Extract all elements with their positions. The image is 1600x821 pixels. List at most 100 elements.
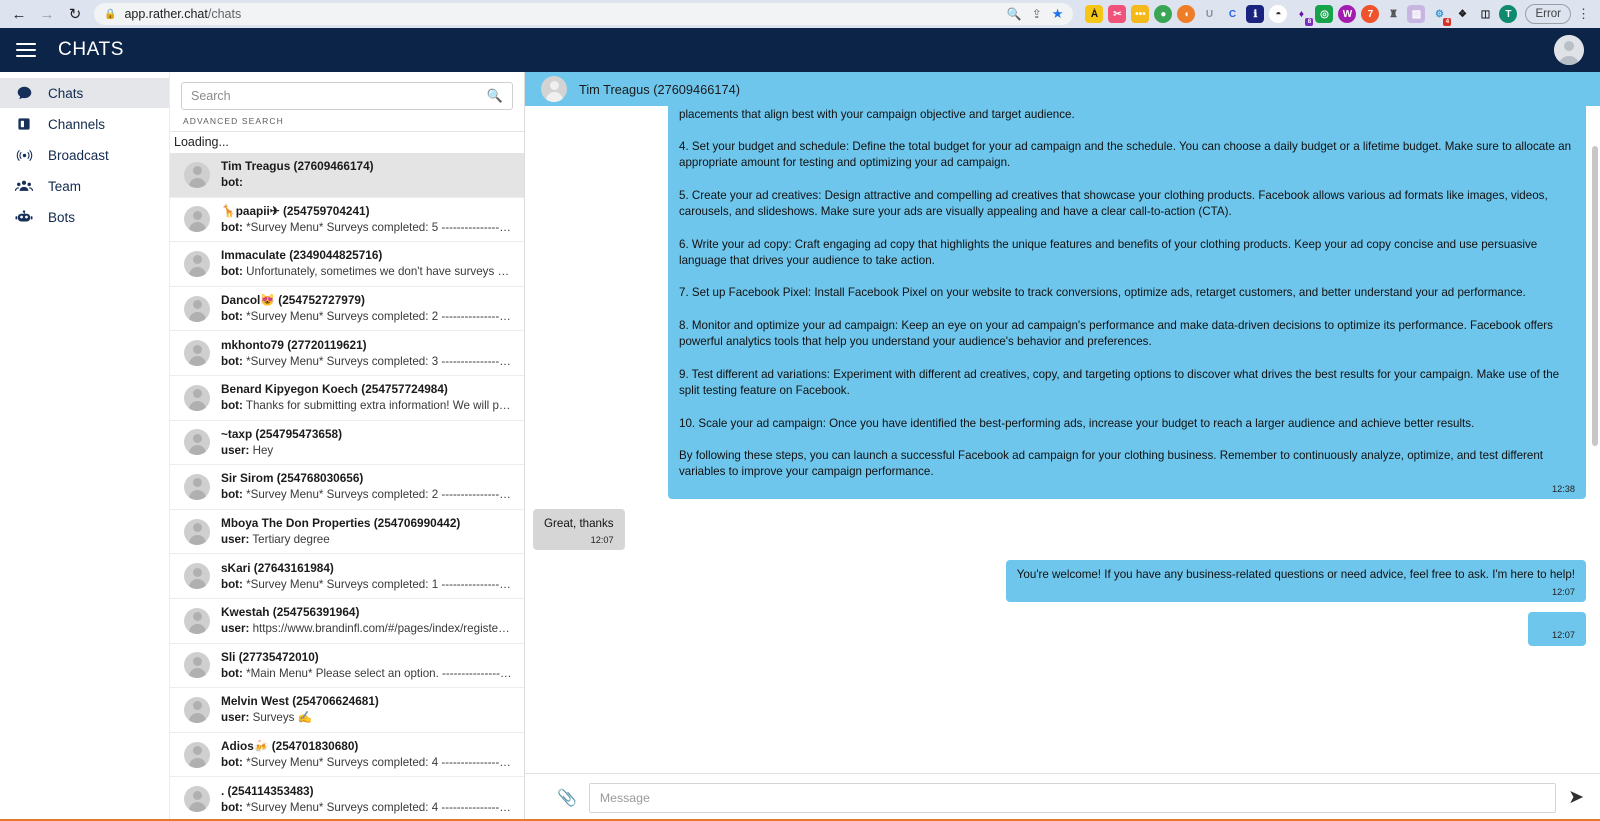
message-paragraph: 8. Monitor and optimize your ad campaign… — [679, 318, 1553, 349]
chat-item-preview: bot: *Survey Menu* Surveys completed: 3 … — [221, 354, 512, 370]
message-row: Great, thanks 12:07 — [533, 508, 1586, 551]
search-icon[interactable]: 🔍 — [487, 88, 503, 104]
search-input[interactable] — [191, 89, 487, 103]
chat-list-item[interactable]: Immaculate (2349044825716) bot: Unfortuna… — [170, 242, 524, 287]
extension-e-icon[interactable]: ◖ — [1177, 5, 1196, 23]
chat-list-item[interactable]: ~taxp (254795473658) user: Hey — [170, 421, 524, 466]
sidebar-item-bots[interactable]: Bots — [0, 202, 169, 232]
chat-list-item[interactable]: mkhonto79 (27720119621) bot: *Survey Menu… — [170, 331, 524, 376]
contact-avatar — [184, 384, 210, 411]
extension-b-icon[interactable]: ✂ — [1108, 5, 1127, 23]
message-timestamp: 12:07 — [1552, 629, 1575, 640]
paperclip-icon[interactable]: 📎 — [557, 788, 577, 808]
address-bar[interactable]: 🔒 app.rather.chat/chats 🔍 ⇪ ★ — [94, 3, 1074, 25]
extension-puzzle-icon[interactable]: ❖ — [1453, 5, 1472, 23]
chat-list-item[interactable]: Mboya The Don Properties (254706990442) u… — [170, 510, 524, 555]
search-icon[interactable]: 🔍 — [1007, 7, 1022, 21]
chat-item-text: Sli (27735472010) bot: *Main Menu* Please… — [221, 649, 512, 682]
contact-avatar — [184, 696, 210, 723]
chat-item-sender: bot: — [221, 666, 243, 680]
chat-item-snippet: *Survey Menu* Surveys completed: 3 -----… — [242, 354, 512, 368]
chat-item-name: mkhonto79 (27720119621) — [221, 337, 367, 352]
chat-list-item[interactable]: Sir Sirom (254768030656) bot: *Survey Men… — [170, 465, 524, 510]
message-bubble[interactable]: You're welcome! If you have any business… — [1005, 560, 1586, 602]
extension-info-icon[interactable]: ℹ — [1246, 5, 1265, 23]
extension-pic-icon[interactable]: ▨ — [1407, 5, 1426, 23]
chat-item-snippet: Surveys ✍ — [249, 711, 313, 725]
chat-item-sender: bot: — [221, 488, 243, 502]
chat-bubble-icon — [14, 83, 34, 103]
sidebar-item-label: Broadcast — [48, 147, 109, 163]
extension-w-icon[interactable]: W — [1338, 5, 1357, 23]
contact-avatar — [184, 786, 210, 813]
message-scrollbar[interactable] — [1592, 106, 1598, 773]
reload-icon[interactable]: ↻ — [62, 2, 88, 26]
chat-item-text: Kwestah (254756391964) user: https://www.… — [221, 604, 512, 637]
chat-item-preview: bot: — [221, 175, 512, 191]
chat-list-item[interactable]: Sli (27735472010) bot: *Main Menu* Please… — [170, 644, 524, 689]
chat-list-item[interactable]: Tim Treagus (27609466174) bot: — [170, 153, 524, 198]
forward-arrow-icon[interactable]: → — [34, 2, 60, 26]
extension-c2-icon[interactable]: C — [1223, 5, 1242, 23]
extension-seven-icon[interactable]: 7 — [1361, 5, 1380, 23]
extension-gear-icon[interactable]: ⚙ 4 — [1430, 5, 1452, 26]
extension-diamond-icon[interactable]: ♦ 8 — [1292, 5, 1314, 26]
chat-item-sender: bot: — [221, 800, 243, 814]
contact-avatar — [184, 429, 210, 456]
sidebar-item-channels[interactable]: Channels — [0, 109, 169, 139]
chat-list-item[interactable]: sKari (27643161984) bot: *Survey Menu* Su… — [170, 554, 524, 599]
message-bubble[interactable]: 12:07 — [1528, 611, 1586, 646]
extension-u-icon[interactable]: U — [1200, 5, 1219, 23]
sidebar-item-label: Channels — [48, 116, 106, 132]
chat-list-item[interactable]: Benard Kipyegon Koech (254757724984) bot:… — [170, 376, 524, 421]
chat-list-item[interactable]: . (254114353483) bot: *Survey Menu* Surve… — [170, 777, 524, 821]
message-bubble[interactable]: Great, thanks 12:07 — [533, 508, 625, 551]
extension-ghost-icon[interactable]: ◓ — [1269, 5, 1288, 23]
chat-item-text: mkhonto79 (27720119621) bot: *Survey Menu… — [221, 337, 512, 370]
sidebar-item-team[interactable]: Team — [0, 171, 169, 201]
chat-list-item[interactable]: Dancol😻 (254752727979) bot: *Survey Menu*… — [170, 287, 524, 332]
chat-item-name: Tim Treagus (27609466174) — [221, 159, 374, 174]
back-arrow-icon[interactable]: ← — [6, 2, 32, 26]
team-icon — [14, 176, 34, 196]
extension-crown-icon[interactable]: ♜ — [1384, 5, 1403, 23]
sidebar-item-chats[interactable]: Chats — [0, 78, 169, 108]
chat-item-sender: bot: — [221, 354, 243, 368]
profile-avatar-icon[interactable]: T — [1499, 5, 1518, 23]
chat-item-text: 🦒paapii✈ (254759704241) bot: *Survey Menu… — [221, 203, 512, 236]
extension-a-icon[interactable]: Ȧ — [1085, 5, 1104, 23]
advanced-search-link[interactable]: ADVANCED SEARCH — [170, 110, 524, 131]
extension-sidepanel-icon[interactable]: ◫ — [1476, 5, 1495, 23]
share-icon[interactable]: ⇪ — [1032, 7, 1042, 21]
user-avatar[interactable] — [1554, 35, 1584, 65]
contact-avatar — [184, 250, 210, 277]
chat-list-item[interactable]: 🦒paapii✈ (254759704241) bot: *Survey Menu… — [170, 198, 524, 243]
extension-badge: 4 — [1443, 18, 1452, 26]
star-icon[interactable]: ★ — [1052, 6, 1064, 22]
message-paragraph: You're welcome! If you have any business… — [1016, 568, 1575, 582]
message-paragraph: By following these steps, you can launch… — [679, 448, 1543, 479]
send-icon[interactable]: ➤ — [1568, 788, 1584, 807]
kebab-menu-icon[interactable]: ⋮ — [1573, 6, 1594, 22]
error-badge[interactable]: Error — [1525, 4, 1571, 24]
chat-item-preview: bot: *Survey Menu* Surveys completed: 1 … — [221, 577, 512, 593]
hamburger-menu-icon[interactable] — [16, 43, 36, 57]
chat-list-item[interactable]: Adios🍻 (254701830680) bot: *Survey Menu* … — [170, 733, 524, 778]
page-title: CHATS — [58, 39, 124, 60]
sidebar-item-broadcast[interactable]: Broadcast — [0, 140, 169, 170]
extension-target-icon[interactable]: ◎ — [1315, 5, 1334, 23]
channels-icon — [14, 114, 34, 134]
chat-list-panel: 🔍 ADVANCED SEARCH Loading... Tim Treagus… — [170, 72, 525, 821]
message-timestamp: 12:07 — [590, 535, 614, 546]
extension-d-icon[interactable]: ● — [1154, 5, 1173, 23]
chat-list-item[interactable]: Kwestah (254756391964) user: https://www.… — [170, 599, 524, 644]
extension-c-icon[interactable]: ••• — [1131, 5, 1150, 23]
message-timestamp: 12:07 — [1552, 586, 1575, 597]
message-input[interactable] — [588, 782, 1557, 813]
search-box[interactable]: 🔍 — [181, 82, 513, 110]
broadcast-icon — [14, 145, 34, 165]
message-bubble[interactable]: generate sales.2. Set your target audien… — [668, 106, 1586, 499]
chat-item-name: Mboya The Don Properties (254706990442) — [221, 516, 461, 531]
chat-list-item[interactable]: Melvin West (254706624681) user: Surveys … — [170, 688, 524, 733]
chat-item-sender: bot: — [221, 220, 243, 234]
